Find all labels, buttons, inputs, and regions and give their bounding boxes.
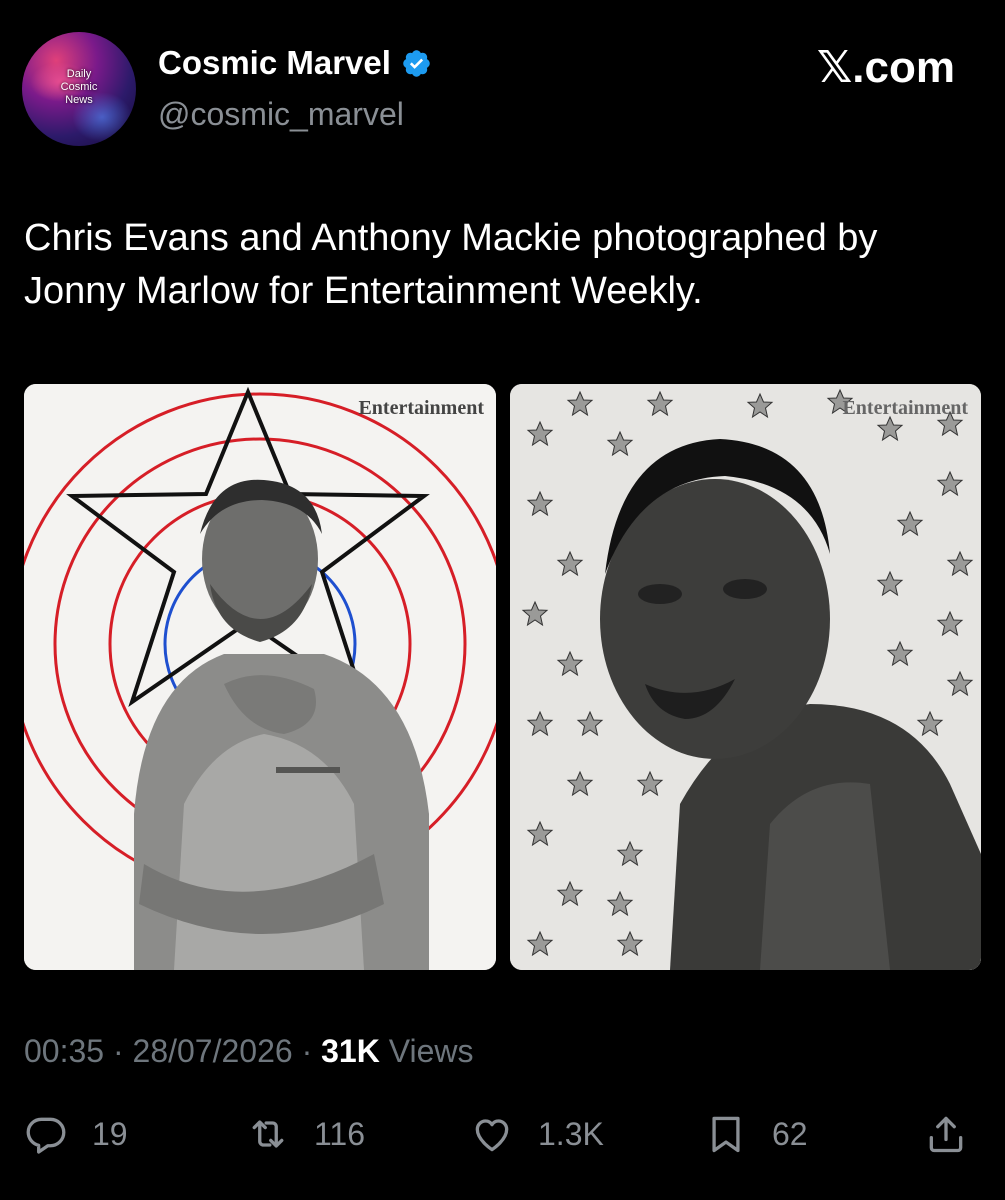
tweet-text: Chris Evans and Anthony Mackie photograp… [24,217,878,312]
repost-button[interactable]: 116 [246,1112,365,1156]
like-button[interactable]: 1.3K [470,1112,604,1156]
tweet-time[interactable]: 00:35 [24,1033,104,1069]
views-label: Views [379,1033,474,1069]
meta-separator: · [104,1033,133,1069]
meta-separator: · [292,1033,322,1069]
bookmark-icon [712,1116,740,1153]
tweet-meta: 00:35 · 28/07/2026 · 31K Views [24,1033,473,1070]
tweet-date[interactable]: 28/07/2026 [133,1033,293,1069]
reply-button[interactable]: 19 [24,1112,128,1156]
avatar[interactable]: Daily Cosmic News [22,32,136,146]
like-count: 1.3K [538,1115,604,1152]
share-icon [929,1116,963,1153]
media-image-2[interactable]: Entertainment [510,384,981,970]
verified-badge-icon [403,49,430,77]
handle[interactable]: @cosmic_marvel [158,96,404,133]
reply-icon [26,1117,66,1154]
reply-count: 19 [92,1115,128,1152]
action-bar: 19 116 1.3K 62 [24,1112,974,1172]
share-button[interactable] [924,1112,968,1156]
repost-icon [252,1120,284,1148]
repost-count: 116 [314,1115,366,1152]
views-count: 31K [321,1033,380,1069]
display-name[interactable]: Cosmic Marvel [158,44,391,82]
entertainment-watermark: Entertainment [358,397,484,419]
like-icon [475,1119,509,1152]
photo-illustration: Entertainment [510,384,981,970]
bookmark-count: 62 [772,1115,808,1152]
x-brand-logo: 𝕏 .com [817,42,955,93]
display-name-row[interactable]: Cosmic Marvel [158,44,432,82]
bookmark-button[interactable]: 62 [704,1112,808,1156]
brand-domain: .com [852,42,955,92]
entertainment-watermark: Entertainment [842,397,968,419]
x-logo-icon: 𝕏 [816,42,853,93]
photo-illustration: Entertainment [24,384,496,970]
media-image-1[interactable]: Entertainment [24,384,496,970]
avatar-text: Daily Cosmic News [60,68,98,106]
